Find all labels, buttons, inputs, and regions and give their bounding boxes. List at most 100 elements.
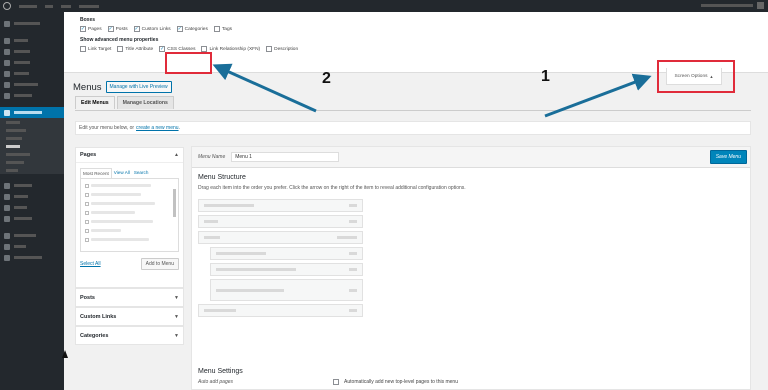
checkmark-icon: ✓ <box>107 25 114 32</box>
mouse-cursor-icon <box>62 350 68 358</box>
checkmark-icon: ✓ <box>133 25 140 32</box>
pages-checklist <box>80 178 179 252</box>
list-item[interactable] <box>85 182 174 189</box>
sidebar-item-pages[interactable] <box>0 68 64 79</box>
auto-add-row: Auto add pages Automatically add new top… <box>198 379 458 385</box>
admin-sidebar <box>0 12 64 390</box>
menu-items-list <box>198 199 363 317</box>
boxes-row: ✓ Pages ✓ Posts ✓ Custom Links ✓ Categories … <box>80 26 768 32</box>
sidebar-sub-header[interactable] <box>0 158 64 166</box>
caret-down-icon: ▼ <box>174 294 179 301</box>
wordpress-logo-icon[interactable] <box>3 2 11 10</box>
tab-edit-menus[interactable]: Edit Menus <box>75 96 115 109</box>
admin-bar <box>0 0 768 12</box>
menu-editor: Menu Name Menu 1 Save Menu Menu Structur… <box>191 146 751 390</box>
sidebar-item-forms[interactable] <box>0 57 64 68</box>
sidebar-sub-menus[interactable] <box>0 142 64 150</box>
caret-up-icon: ▲ <box>174 152 179 158</box>
list-item[interactable] <box>85 200 174 207</box>
sidebar-item-contact[interactable] <box>0 90 64 101</box>
pages-list-scrollbar[interactable] <box>173 189 176 217</box>
admin-bar-site-link[interactable] <box>19 4 37 8</box>
sidebar-item-users[interactable] <box>0 191 64 202</box>
custom-links-accordion[interactable]: Custom Links ▼ <box>75 307 184 326</box>
sidebar-item-media[interactable] <box>0 46 64 57</box>
live-preview-button[interactable]: Manage with Live Preview <box>105 81 172 93</box>
pages-actions: Select All Add to Menu <box>80 258 179 270</box>
plugin-icon <box>4 243 10 250</box>
screen-options-highlight <box>657 60 735 93</box>
list-item[interactable] <box>85 227 174 234</box>
sidebar-item-collapse[interactable] <box>0 252 64 263</box>
box-pages-checkbox[interactable]: ✓ Pages <box>80 26 102 32</box>
menu-item[interactable] <box>210 263 363 276</box>
advanced-heading: Show advanced menu properties <box>80 37 159 43</box>
contact-icon <box>4 92 10 99</box>
sidebar-sub-themes[interactable] <box>0 118 64 126</box>
list-item[interactable] <box>85 209 174 216</box>
select-all-link[interactable]: Select All <box>80 261 101 267</box>
menu-name-label: Menu Name <box>198 154 226 160</box>
create-new-menu-link[interactable]: create a new menu <box>136 125 179 131</box>
sidebar-item-appearance[interactable] <box>0 107 64 118</box>
nav-tabs: Edit Menus Manage Locations <box>75 96 174 109</box>
menu-item[interactable] <box>210 279 363 301</box>
admin-bar-comments[interactable] <box>45 4 53 8</box>
media-icon <box>4 48 10 55</box>
sidebar-item-extra-1[interactable] <box>0 230 64 241</box>
avatar[interactable] <box>757 2 764 9</box>
sidebar-item-extra-2[interactable] <box>0 241 64 252</box>
sidebar-item-plugins[interactable] <box>0 180 64 191</box>
appearance-icon <box>4 109 10 116</box>
menu-item[interactable] <box>198 304 363 317</box>
description-checkbox[interactable]: Description <box>266 46 298 52</box>
auto-add-checkbox[interactable]: Automatically add new top-level pages to… <box>333 379 458 385</box>
caret-down-icon: ▼ <box>174 313 179 320</box>
collapse-icon <box>4 254 10 261</box>
box-categories-checkbox[interactable]: ✓ Categories <box>176 26 208 32</box>
checkmark-icon: ✓ <box>80 25 86 32</box>
plugins-icon <box>4 182 10 189</box>
comments-icon <box>4 81 10 88</box>
sidebar-item-settings[interactable] <box>0 213 64 224</box>
menu-name-input[interactable]: Menu 1 <box>231 152 340 162</box>
box-posts-checkbox[interactable]: ✓ Posts <box>107 25 128 32</box>
posts-accordion[interactable]: Posts ▼ <box>75 288 184 307</box>
title-attribute-checkbox[interactable]: Title Attribute <box>117 46 153 52</box>
list-item[interactable] <box>85 191 174 198</box>
sidebar-item-posts[interactable] <box>0 35 64 46</box>
link-target-checkbox[interactable]: Link Target <box>80 46 111 52</box>
menu-item[interactable] <box>198 199 363 212</box>
menu-item[interactable] <box>210 247 363 260</box>
list-item[interactable] <box>85 236 174 243</box>
pages-accordion-body: Most Recent View All Search Select All A… <box>76 163 183 287</box>
save-menu-button[interactable]: Save Menu <box>709 150 747 164</box>
auto-add-label: Auto add pages <box>198 379 234 385</box>
menu-settings: Menu Settings Auto add pages Automatical… <box>198 368 458 385</box>
sidebar-item-comments[interactable] <box>0 79 64 90</box>
menu-settings-title: Menu Settings <box>198 368 243 375</box>
sidebar-sub-widgets[interactable] <box>0 134 64 142</box>
menu-item[interactable] <box>198 215 363 228</box>
admin-bar-extra[interactable] <box>79 4 99 8</box>
categories-accordion[interactable]: Categories ▼ <box>75 326 184 345</box>
sidebar-sub-background[interactable] <box>0 150 64 158</box>
arrow-to-css-classes <box>212 63 317 113</box>
sidebar-item-tools[interactable] <box>0 202 64 213</box>
menu-item[interactable] <box>198 231 363 244</box>
menu-editor-header: Menu Name Menu 1 Save Menu <box>192 147 750 168</box>
sidebar-sub-editor[interactable] <box>0 166 64 174</box>
box-tags-checkbox[interactable]: Tags <box>213 26 232 32</box>
admin-bar-new[interactable] <box>61 4 71 8</box>
sidebar-item-dashboard[interactable] <box>0 18 64 29</box>
tab-manage-locations[interactable]: Manage Locations <box>116 96 174 109</box>
list-item[interactable] <box>85 218 174 225</box>
box-custom-links-checkbox[interactable]: ✓ Custom Links <box>133 25 171 32</box>
page-header: Menus Manage with Live Preview <box>73 81 172 93</box>
menu-structure-desc: Drag each item into the order you prefer… <box>198 185 466 191</box>
admin-bar-account-text[interactable] <box>701 4 753 7</box>
pages-accordion-header[interactable]: Pages ▲ <box>76 148 183 163</box>
add-to-menu-button[interactable]: Add to Menu <box>140 258 179 270</box>
sidebar-sub-customize[interactable] <box>0 126 64 134</box>
menu-structure-title: Menu Structure <box>198 174 246 181</box>
